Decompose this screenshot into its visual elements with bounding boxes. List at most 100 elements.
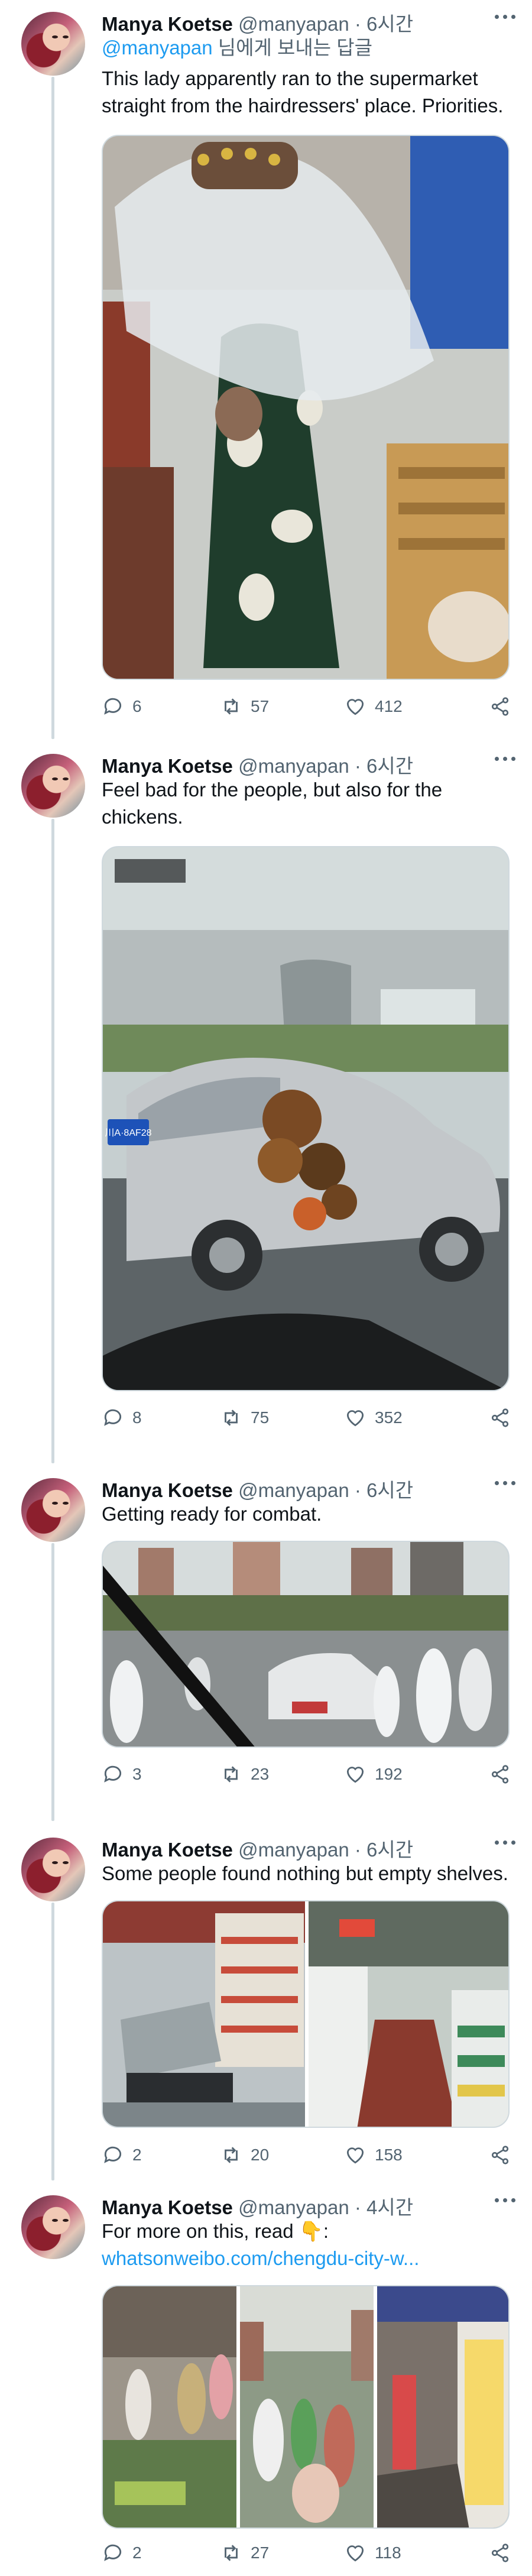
avatar[interactable] [21,754,85,818]
retweet-count: 20 [251,2146,270,2164]
tweet-photo-grid[interactable] [102,2285,510,2529]
share-button[interactable] [489,692,511,721]
reply-count: 2 [132,2543,142,2562]
tweet-photo[interactable]: 川A·8AF28 [102,846,510,1391]
car-chickens-photo: 川A·8AF28 [103,847,508,1390]
reply-icon [104,1409,122,1426]
tweet[interactable]: Manya Koetse @manyapan · 6시간 Some people… [0,1826,532,2183]
author-handle[interactable]: @manyapan [238,13,349,35]
avatar[interactable] [21,1838,85,1901]
more-options-button[interactable] [488,1475,521,1491]
separator: · [354,1479,361,1501]
hazmat-crowd-photo [103,1542,508,1747]
hairdresser-lady-photo [103,136,508,679]
tweet-text: This lady apparently ran to the supermar… [102,67,504,116]
more-options-button[interactable] [488,1834,521,1851]
timestamp[interactable]: 6시간 [366,13,413,35]
author-handle[interactable]: @manyapan [238,1839,349,1861]
like-count: 118 [375,2543,401,2562]
author-handle[interactable]: @manyapan [238,1479,349,1501]
reply-button[interactable]: 3 [102,1760,142,1789]
author-name[interactable]: Manya Koetse [102,755,233,777]
like-count: 352 [375,1408,403,1427]
avatar[interactable] [21,1478,85,1542]
reply-context: @manyapan 님에게 보내는 답글 [102,34,372,61]
retweet-icon [225,1409,238,1426]
like-button[interactable]: 352 [344,1403,403,1433]
like-button[interactable]: 192 [344,1760,403,1789]
timestamp[interactable]: 4시간 [366,2196,413,2218]
retweet-count: 23 [251,1765,270,1783]
tweet-photo-grid[interactable] [102,1900,510,2128]
reply-button[interactable]: 8 [102,1403,142,1433]
tweet[interactable]: Manya Koetse @manyapan · 4시간 For more on… [0,2183,532,2576]
tweet-photo[interactable] [102,135,510,680]
tweet[interactable]: Manya Koetse @manyapan · 6시간 @manyapan 님… [0,0,532,739]
reply-button[interactable]: 6 [102,692,142,721]
avatar[interactable] [21,12,85,76]
timestamp[interactable]: 6시간 [366,1479,413,1501]
retweet-button[interactable]: 57 [220,692,269,721]
author-name[interactable]: Manya Koetse [102,1839,233,1861]
tweet-actions: 6 57 412 [102,692,515,721]
author-name[interactable]: Manya Koetse [102,1479,233,1501]
like-count: 158 [375,2146,403,2164]
market-photo-right [377,2286,508,2528]
reply-count: 8 [132,1408,142,1427]
retweet-button[interactable]: 23 [220,1760,269,1789]
reply-icon [104,1765,122,1783]
reply-mention-link[interactable]: @manyapan [102,37,213,59]
tweet-header: Manya Koetse @manyapan · 6시간 [102,8,413,35]
empty-shelves-photos [103,1901,508,2127]
reply-button[interactable]: 2 [102,2538,142,2568]
reply-button[interactable]: 2 [102,2140,142,2170]
more-options-button[interactable] [488,750,521,767]
tweet-actions: 3 23 192 [102,1760,515,1789]
share-icon [491,2543,509,2562]
retweet-button[interactable]: 27 [220,2538,269,2568]
tweet[interactable]: Manya Koetse @manyapan · 6시간 Feel bad fo… [0,742,532,1466]
retweet-button[interactable]: 20 [220,2140,269,2170]
tweet-header: Manya Koetse @manyapan · 6시간 [102,1475,413,1501]
author-name[interactable]: Manya Koetse [102,13,233,35]
like-button[interactable]: 118 [344,2538,401,2568]
share-icon [491,1408,509,1427]
separator: · [354,1839,361,1861]
retweet-icon [225,698,238,715]
article-link[interactable]: whatsonweibo.com/chengdu-city-w... [102,2245,515,2272]
share-button[interactable] [489,2140,511,2170]
like-count: 192 [375,1765,403,1783]
like-button[interactable]: 412 [344,692,403,721]
reply-icon [104,2544,122,2561]
retweet-count: 27 [251,2543,270,2562]
retweet-button[interactable]: 75 [220,1403,269,1433]
share-button[interactable] [489,1760,511,1789]
author-handle[interactable]: @manyapan [238,755,349,777]
timestamp[interactable]: 6시간 [366,1839,413,1861]
market-photo-middle [240,2286,374,2528]
like-count: 412 [375,697,403,715]
reply-count: 2 [132,2146,142,2164]
retweet-count: 57 [251,697,270,715]
heart-icon [346,2147,364,2164]
share-button[interactable] [489,1403,511,1433]
author-name[interactable]: Manya Koetse [102,2196,233,2218]
tweet-header: Manya Koetse @manyapan · 6시간 [102,750,413,777]
avatar[interactable] [21,2195,85,2259]
tweet[interactable]: Manya Koetse @manyapan · 6시간 Getting rea… [0,1466,532,1824]
share-button[interactable] [489,2538,511,2568]
separator: · [354,755,361,777]
timestamp[interactable]: 6시간 [366,755,413,777]
more-options-button[interactable] [488,2192,521,2208]
tweet-text: Getting ready for combat. [102,1503,322,1525]
license-plate: 川A·8AF28 [105,1128,151,1138]
tweet-photo[interactable] [102,1541,510,1748]
market-crowd-photos [103,2286,508,2528]
more-options-button[interactable] [488,8,521,25]
heart-icon [346,2545,364,2562]
retweet-icon [225,1766,238,1783]
like-button[interactable]: 158 [344,2140,403,2170]
tweet-text: Feel bad for the people, but also for th… [102,779,443,828]
reply-icon [104,2146,122,2163]
author-handle[interactable]: @manyapan [238,2196,349,2218]
